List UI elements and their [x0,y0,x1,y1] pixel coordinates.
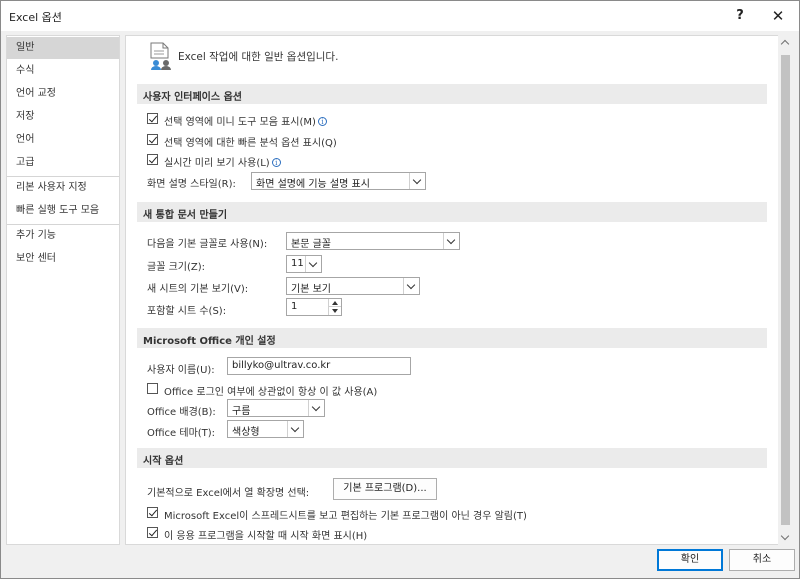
show-start-screen-option[interactable]: 이 응용 프로그램을 시작할 때 시작 화면 표시(H) [147,525,547,542]
notify-default-program-checkbox[interactable] [147,507,158,518]
nav-item-save[interactable]: 저장 [7,106,119,128]
spin-up-icon[interactable] [329,299,341,307]
office-theme-label: Office 테마(T): [147,428,216,439]
show-start-screen-checkbox[interactable] [147,527,158,538]
font-size-label: 글꼴 크기(Z): [147,262,206,273]
close-button[interactable]: ✕ [763,5,793,27]
sheet-count-label: 포함할 시트 수(S): [147,306,227,317]
nav-item-add-ins[interactable]: 추가 기능 [7,225,119,247]
nav-item-formulas[interactable]: 수식 [7,60,119,82]
chevron-down-icon [305,256,321,272]
excel-options-dialog: Excel 옵션 ? ✕ 일반 수식 언어 교정 저장 언어 고급 리본 사용자… [0,0,800,579]
default-font-label: 다음을 기본 글꼴로 사용(N): [147,239,268,250]
scroll-down-icon[interactable] [778,530,793,545]
spin-down-icon[interactable] [329,307,341,315]
nav-item-customize-ribbon[interactable]: 리본 사용자 지정 [7,177,119,199]
sheet-count-stepper[interactable]: 1 [286,298,342,316]
nav-item-quick-access-toolbar[interactable]: 빠른 실행 도구 모음 [7,200,119,222]
section-title: 사용자 인터페이스 옵션 [143,92,242,103]
office-background-label: Office 배경(B): [147,407,216,418]
username-value: billyko@ultrav.co.kr [232,360,331,371]
quick-analysis-option[interactable]: 선택 영역에 대한 빠른 분석 옵션 표시(Q) [147,132,547,149]
general-options-icon [150,42,171,70]
chevron-down-icon [403,278,419,294]
always-use-values-checkbox[interactable] [147,383,158,394]
username-label: 사용자 이름(U): [147,365,215,376]
always-use-values-label: Office 로그인 여부에 상관없이 항상 이 값 사용(A) [164,387,378,398]
nav-item-general[interactable]: 일반 [7,37,119,59]
info-icon: i [271,158,281,167]
nav-item-trust-center[interactable]: 보안 센터 [7,248,119,270]
nav-item-proofing[interactable]: 언어 교정 [7,83,119,105]
default-view-value: 기본 보기 [291,284,331,295]
mini-toolbar-option[interactable]: 선택 영역에 미니 도구 모음 표시(M) i [147,111,547,128]
office-theme-select[interactable]: 색상형 [227,420,304,438]
intro-text: Excel 작업에 대한 일반 옵션입니다. [178,51,339,63]
options-nav: 일반 수식 언어 교정 저장 언어 고급 리본 사용자 지정 빠른 실행 도구 … [6,35,120,545]
screentip-style-select[interactable]: 화면 설명에 기능 설명 표시 [251,172,426,190]
notify-default-program-label: Microsoft Excel이 스프레드시트를 보고 편집하는 기본 프로그램… [164,511,527,522]
nav-item-advanced[interactable]: 고급 [7,152,119,174]
office-background-value: 구름 [232,406,251,417]
general-options-panel: Excel 작업에 대한 일반 옵션입니다. 사용자 인터페이스 옵션 선택 영… [125,35,793,545]
sheet-count-value: 1 [291,301,298,312]
scrollbar-thumb[interactable] [781,55,790,525]
live-preview-label: 실시간 미리 보기 사용(L) [164,158,270,169]
chevron-down-icon [287,421,303,437]
username-field[interactable]: billyko@ultrav.co.kr [227,357,411,375]
section-title: 시작 옵션 [143,456,184,467]
font-size-select[interactable]: 11 [286,255,322,273]
dialog-title: Excel 옵션 [9,11,62,24]
office-theme-value: 색상형 [232,427,260,438]
quick-analysis-checkbox[interactable] [147,134,158,145]
live-preview-checkbox[interactable] [147,154,158,165]
font-size-value: 11 [291,258,304,269]
info-icon: i [317,117,327,126]
chevron-down-icon [443,233,459,249]
live-preview-option[interactable]: 실시간 미리 보기 사용(L) i [147,152,547,169]
nav-item-language[interactable]: 언어 [7,129,119,151]
default-font-value: 본문 글꼴 [291,239,331,250]
screentip-style-value: 화면 설명에 기능 설명 표시 [256,179,370,190]
mini-toolbar-label: 선택 영역에 미니 도구 모음 표시(M) [164,117,316,128]
section-header-startup: 시작 옵션 [137,448,767,468]
section-title: Microsoft Office 개인 설정 [143,336,276,347]
content-scrollbar[interactable] [778,35,793,545]
section-title: 새 통합 문서 만들기 [143,210,228,221]
default-view-label: 새 시트의 기본 보기(V): [147,284,249,295]
help-button[interactable]: ? [725,5,755,27]
chevron-down-icon [308,400,324,416]
chevron-down-icon [409,173,425,189]
title-bar: Excel 옵션 ? ✕ [1,1,799,31]
scroll-up-icon[interactable] [778,35,793,50]
section-header-ui: 사용자 인터페이스 옵션 [137,84,767,104]
screentip-style-label: 화면 설명 스타일(R): [147,179,236,190]
file-extensions-label: 기본적으로 Excel에서 열 확장명 선택: [147,488,310,499]
default-view-select[interactable]: 기본 보기 [286,277,420,295]
cancel-button[interactable]: 취소 [729,549,795,571]
mini-toolbar-checkbox[interactable] [147,113,158,124]
spin-buttons [328,299,341,315]
office-background-select[interactable]: 구름 [227,399,325,417]
default-programs-button[interactable]: 기본 프로그램(D)... [333,478,437,500]
default-font-select[interactable]: 본문 글꼴 [286,232,460,250]
always-use-values-option[interactable]: Office 로그인 여부에 상관없이 항상 이 값 사용(A) [147,381,567,398]
section-header-new-workbook: 새 통합 문서 만들기 [137,202,767,222]
ok-button[interactable]: 확인 [657,549,723,571]
section-header-personalize: Microsoft Office 개인 설정 [137,328,767,348]
notify-default-program-option[interactable]: Microsoft Excel이 스프레드시트를 보고 편집하는 기본 프로그램… [147,505,667,522]
show-start-screen-label: 이 응용 프로그램을 시작할 때 시작 화면 표시(H) [164,531,368,542]
quick-analysis-label: 선택 영역에 대한 빠른 분석 옵션 표시(Q) [164,138,337,149]
